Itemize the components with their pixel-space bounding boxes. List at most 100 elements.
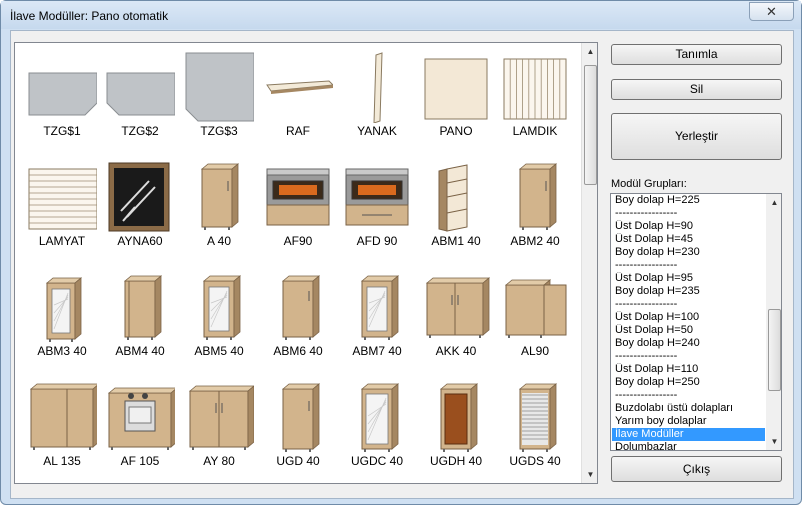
module-label: PANO — [439, 124, 473, 138]
module-item[interactable]: UGD 40 — [257, 377, 337, 483]
module-group-item[interactable]: Üst Dolap H=95 — [612, 272, 765, 285]
place-button[interactable]: Yerleştir — [611, 113, 782, 160]
module-item[interactable]: ABM5 40 — [178, 267, 258, 377]
module-item[interactable]: ABM4 40 — [99, 267, 179, 377]
module-item[interactable]: LAMDIK — [494, 47, 574, 157]
module-item[interactable]: UGDC 40 — [336, 377, 416, 483]
module-label: TZG$1 — [43, 124, 81, 138]
module-group-item[interactable]: ----------------- — [612, 259, 765, 272]
define-button[interactable]: Tanımla — [611, 44, 782, 65]
scroll-thumb[interactable] — [584, 65, 597, 185]
module-label: AYNA60 — [117, 234, 163, 248]
mirror-icon — [105, 161, 175, 232]
groups-scroll-up-button[interactable]: ▲ — [766, 194, 781, 211]
horizontal-lamel-icon — [27, 161, 98, 231]
module-item[interactable]: AFD 90 — [336, 157, 416, 267]
module-group-item[interactable]: Üst Dolap H=45 — [612, 233, 765, 246]
scroll-up-button[interactable]: ▲ — [582, 43, 597, 60]
shelf-icon — [263, 51, 335, 121]
module-group-item[interactable]: Üst Dolap H=100 — [612, 311, 765, 324]
module-group-item[interactable]: Üst Dolap H=50 — [612, 324, 765, 337]
module-label: TZG$3 — [200, 124, 238, 138]
module-item[interactable]: ABM7 40 — [336, 267, 416, 377]
granite-countertop-icon — [27, 51, 98, 121]
module-label: RAF — [286, 124, 310, 138]
module-item[interactable]: AYNA60 — [99, 157, 179, 267]
module-label: LAMYAT — [38, 234, 86, 248]
close-button[interactable]: ✕ — [749, 2, 794, 21]
exit-button[interactable]: Çıkış — [611, 456, 782, 482]
module-label: ABM3 40 — [37, 344, 87, 358]
module-item[interactable]: YANAK — [336, 47, 416, 157]
module-item[interactable]: ABM6 40 — [257, 267, 337, 377]
module-group-item[interactable]: Dolumbazlar — [612, 441, 765, 450]
module-group-item[interactable]: ----------------- — [612, 207, 765, 220]
module-label: AL 135 — [43, 454, 81, 468]
module-group-item[interactable]: ----------------- — [612, 389, 765, 402]
glass-cabinet-icon — [27, 271, 97, 342]
module-item[interactable]: UGDS 40 — [494, 377, 574, 483]
module-label: UGDC 40 — [350, 454, 403, 468]
module-label: AKK 40 — [435, 344, 477, 358]
granite-countertop-icon — [105, 51, 176, 121]
corner-cabinet-icon — [500, 161, 570, 231]
window-title: İlave Modüller: Pano otomatik — [10, 9, 169, 23]
groups-scroll-down-button[interactable]: ▼ — [766, 433, 781, 450]
module-item[interactable]: RAF — [257, 47, 337, 157]
close-icon: ✕ — [766, 4, 777, 19]
module-item[interactable]: A 40 — [178, 157, 258, 267]
module-item[interactable]: UGDH 40 — [415, 377, 495, 483]
module-item[interactable]: ABM2 40 — [494, 157, 574, 267]
module-group-item[interactable]: Boy dolap H=240 — [612, 337, 765, 350]
module-item[interactable]: ABM1 40 — [415, 157, 495, 267]
module-group-item[interactable]: Yarım boy dolaplar — [612, 415, 765, 428]
module-item[interactable]: AF 105 — [99, 377, 179, 483]
groups-scrollbar[interactable]: ▲ ▼ — [766, 194, 781, 450]
module-item[interactable]: LAMYAT — [21, 157, 101, 267]
module-group-item[interactable]: Üst Dolap H=90 — [612, 220, 765, 233]
cabinet-icon — [263, 271, 333, 341]
module-group-item[interactable]: Boy dolap H=235 — [612, 285, 765, 298]
groups-scroll-thumb[interactable] — [768, 309, 781, 391]
module-item[interactable]: TZG$3 — [178, 47, 258, 157]
module-grid-items: TZG$1 TZG$2 TZG$3 RAF YANAK PANO LAMDIK LAMYAT A… — [15, 43, 581, 483]
module-group-item[interactable]: Buzdolabı üstü dolapları — [612, 402, 765, 415]
module-label: ABM4 40 — [115, 344, 165, 358]
module-label: AL90 — [520, 344, 550, 358]
module-groups-list[interactable]: Boy dolap H=225 ----------------- Üst Dola… — [610, 193, 782, 451]
module-group-item[interactable]: Boy dolap H=250 — [612, 376, 765, 389]
module-group-item[interactable]: ----------------- — [612, 298, 765, 311]
module-item[interactable]: AF90 — [257, 157, 337, 267]
module-item[interactable]: TZG$1 — [21, 47, 101, 157]
module-group-item[interactable]: İlave Modüller — [612, 428, 765, 441]
module-item[interactable]: AKK 40 — [415, 267, 495, 377]
module-group-item[interactable]: Boy dolap H=225 — [612, 194, 765, 207]
module-item[interactable]: PANO — [415, 47, 495, 157]
module-groups-items: Boy dolap H=225 ----------------- Üst Dola… — [612, 194, 765, 450]
panel-icon — [421, 51, 491, 121]
open-shelf-cabinet-icon — [421, 161, 491, 232]
cabinet-icon — [263, 381, 333, 452]
module-item[interactable]: AY 80 — [178, 377, 258, 483]
module-item[interactable]: AL 135 — [21, 377, 101, 483]
module-grid[interactable]: TZG$1 TZG$2 TZG$3 RAF YANAK PANO LAMDIK LAMYAT A… — [14, 42, 598, 484]
module-label: AF 105 — [120, 454, 160, 468]
module-label: AFD 90 — [356, 234, 398, 248]
module-label: YANAK — [357, 124, 397, 138]
module-group-item[interactable]: ----------------- — [612, 350, 765, 363]
cooker-cabinet-icon — [105, 381, 179, 451]
cabinet-icon — [184, 161, 254, 231]
scroll-down-button[interactable]: ▼ — [582, 466, 597, 483]
module-group-item[interactable]: Boy dolap H=230 — [612, 246, 765, 259]
title-bar[interactable]: İlave Modüller: Pano otomatik ✕ — [1, 1, 801, 29]
module-item[interactable]: ABM3 40 — [21, 267, 101, 377]
rattan-cabinet-icon — [421, 381, 491, 452]
module-group-item[interactable]: Üst Dolap H=110 — [612, 363, 765, 376]
module-label: ABM6 40 — [273, 344, 323, 358]
module-item[interactable]: AL90 — [494, 267, 574, 377]
delete-button[interactable]: Sil — [611, 79, 782, 100]
module-item[interactable]: TZG$2 — [99, 47, 179, 157]
module-label: ABM1 40 — [431, 234, 481, 248]
vertical-lamel-icon — [500, 51, 570, 121]
module-grid-scrollbar[interactable]: ▲ ▼ — [581, 43, 597, 483]
